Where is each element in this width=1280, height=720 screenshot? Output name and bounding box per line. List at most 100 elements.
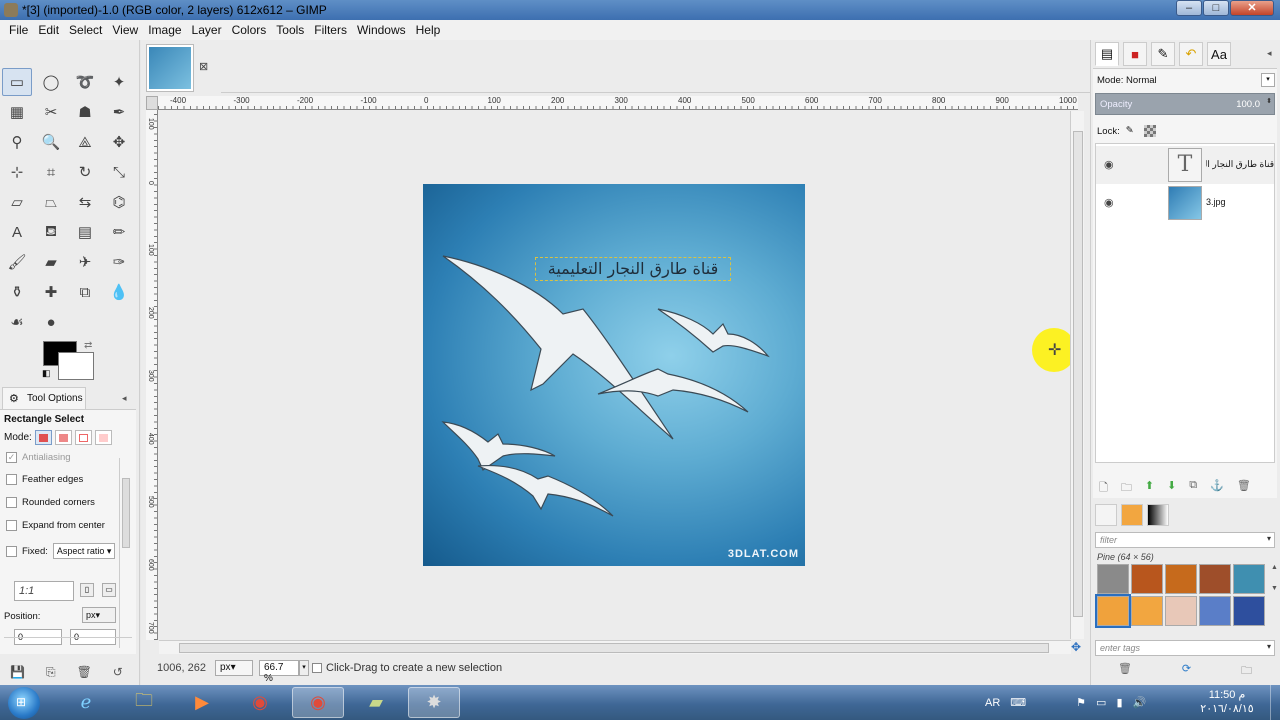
menu-file[interactable]: File bbox=[4, 20, 33, 40]
save-options-icon[interactable]: 💾 bbox=[10, 665, 25, 679]
text-layer-box[interactable]: قناة طارق النجار التعليمية bbox=[535, 257, 731, 281]
horizontal-ruler[interactable]: -400 -300 -200 -100 0 100 200 300 400 500 600 700 80… bbox=[158, 96, 1078, 110]
crop-tool-icon[interactable]: ⌗ bbox=[36, 158, 66, 186]
flip-tool-icon[interactable]: ⇆ bbox=[70, 188, 100, 216]
raise-layer-icon[interactable]: ⬆ bbox=[1145, 479, 1154, 498]
free-select-tool-icon[interactable]: ➰ bbox=[70, 68, 100, 96]
reset-options-icon[interactable]: ↺ bbox=[113, 665, 123, 679]
menu-edit[interactable]: Edit bbox=[33, 20, 64, 40]
menu-image[interactable]: Image bbox=[143, 20, 186, 40]
restore-options-icon[interactable]: ⎘ bbox=[46, 665, 56, 679]
pattern-swatch[interactable] bbox=[1165, 564, 1197, 594]
dodge-burn-tool-icon[interactable]: ● bbox=[36, 308, 66, 336]
battery-icon[interactable]: ▭ bbox=[1096, 696, 1106, 709]
fonts-tab-icon[interactable]: Aa bbox=[1207, 42, 1231, 66]
scale-tool-icon[interactable]: ⤡ bbox=[104, 158, 134, 186]
keyboard-icon[interactable]: ⌨ bbox=[1010, 696, 1026, 709]
foreground-select-tool-icon[interactable]: ☗ bbox=[70, 98, 100, 126]
duplicate-layer-icon[interactable]: ⧉ bbox=[1189, 479, 1197, 498]
minimize-button[interactable]: – bbox=[1176, 0, 1202, 16]
pattern-swatch[interactable] bbox=[1097, 564, 1129, 594]
tags-dropdown-icon[interactable]: ▾ bbox=[1267, 642, 1271, 651]
pattern-swatch[interactable] bbox=[1165, 596, 1197, 626]
antialiasing-option[interactable]: ✓ Antialiasing bbox=[6, 452, 71, 463]
menu-colors[interactable]: Colors bbox=[227, 20, 272, 40]
brushes-tab-icon[interactable] bbox=[1095, 504, 1117, 526]
pattern-filter-input[interactable]: filter ▾ bbox=[1095, 532, 1275, 548]
menu-windows[interactable]: Windows bbox=[352, 20, 411, 40]
rotate-tool-icon[interactable]: ↻ bbox=[70, 158, 100, 186]
layer-name[interactable]: قناة طارق النجار التعليمية bbox=[1206, 159, 1274, 170]
swap-colors-icon[interactable]: ⇄ bbox=[84, 340, 92, 351]
paths-tab-icon[interactable]: ✎ bbox=[1151, 42, 1175, 66]
language-indicator[interactable]: AR bbox=[985, 697, 1000, 709]
measure-tool-icon[interactable]: ⟁ bbox=[70, 128, 100, 156]
patterns-tab-icon[interactable] bbox=[1121, 504, 1143, 526]
feather-edges-option[interactable]: Feather edges bbox=[6, 474, 83, 485]
menu-filters[interactable]: Filters bbox=[309, 20, 352, 40]
pattern-scroll-icon[interactable]: ▲ ▼ bbox=[1271, 564, 1279, 624]
shear-tool-icon[interactable]: ▱ bbox=[2, 188, 32, 216]
media-player-icon[interactable]: ▶ bbox=[176, 687, 228, 718]
perspective-clone-tool-icon[interactable]: ⧉ bbox=[70, 278, 100, 306]
text-tool-icon[interactable]: A bbox=[2, 218, 32, 246]
antialiasing-checkbox[interactable]: ✓ bbox=[6, 452, 17, 463]
new-layer-icon[interactable]: 🗋 bbox=[1099, 479, 1108, 498]
layers-tab-icon[interactable]: ▤ bbox=[1095, 42, 1119, 66]
aspect-ratio-input[interactable]: 1:1 bbox=[14, 581, 74, 601]
blend-tool-icon[interactable]: ▤ bbox=[70, 218, 100, 246]
panel-menu-icon[interactable]: ◂ bbox=[122, 393, 127, 404]
close-button[interactable]: ✕ bbox=[1230, 0, 1274, 16]
refresh-patterns-icon[interactable]: ⟳ bbox=[1182, 662, 1191, 681]
unit-select[interactable]: px▾ bbox=[215, 660, 253, 676]
gradients-tab-icon[interactable] bbox=[1147, 504, 1169, 526]
zoom-dropdown-icon[interactable]: ▾ bbox=[299, 660, 309, 676]
rect-select-tool-icon[interactable]: ▭ bbox=[2, 68, 32, 96]
cage-transform-tool-icon[interactable]: ⌬ bbox=[104, 188, 134, 216]
gimp-taskbar-icon[interactable]: ✸ bbox=[408, 687, 460, 718]
layer-mode-dropdown-icon[interactable]: ▾ bbox=[1261, 73, 1275, 87]
portrait-toggle-icon[interactable]: ▯ bbox=[80, 583, 94, 597]
new-layer-group-icon[interactable]: 🗀 bbox=[1121, 479, 1132, 498]
notes-icon[interactable]: ▰ bbox=[350, 687, 402, 718]
fixed-checkbox[interactable] bbox=[6, 545, 17, 557]
vertical-ruler[interactable]: 100 0 100 200 300 400 500 600 700 bbox=[146, 110, 158, 640]
position-unit-select[interactable]: px▾ bbox=[82, 607, 116, 623]
file-explorer-icon[interactable]: 🗀 bbox=[118, 687, 170, 718]
layer-name[interactable]: 3.jpg bbox=[1206, 197, 1274, 207]
ink-tool-icon[interactable]: ✑ bbox=[104, 248, 134, 276]
scissors-select-tool-icon[interactable]: ✂ bbox=[36, 98, 66, 126]
expand-from-center-checkbox[interactable] bbox=[6, 520, 17, 531]
opacity-spin-icon[interactable]: ⬍ bbox=[1266, 97, 1272, 105]
visibility-eye-icon[interactable]: ◉ bbox=[1104, 196, 1114, 209]
background-color[interactable] bbox=[58, 352, 94, 380]
pattern-swatch[interactable] bbox=[1199, 564, 1231, 594]
mode-add-button[interactable] bbox=[54, 430, 72, 445]
tool-options-tab[interactable]: ⚙ Tool Options bbox=[2, 387, 86, 409]
landscape-toggle-icon[interactable]: ▭ bbox=[102, 583, 116, 597]
heal-tool-icon[interactable]: ✚ bbox=[36, 278, 66, 306]
pattern-swatch[interactable] bbox=[1233, 564, 1265, 594]
fixed-select[interactable]: Aspect ratio ▾ bbox=[52, 543, 116, 559]
network-icon[interactable]: ▮ bbox=[1116, 696, 1122, 709]
clock[interactable]: 11:50 م ٢٠١٦/٠٨/١٥ bbox=[1196, 688, 1258, 716]
show-desktop-button[interactable] bbox=[1270, 685, 1280, 720]
layer-row-text[interactable]: ◉ T قناة طارق النجار التعليمية bbox=[1096, 146, 1274, 184]
bucket-fill-tool-icon[interactable]: ⛾ bbox=[36, 218, 66, 246]
feather-edges-checkbox[interactable] bbox=[6, 474, 17, 485]
opacity-slider[interactable]: Opacity 100.0 ⬍ bbox=[1095, 93, 1275, 115]
menu-tools[interactable]: Tools bbox=[271, 20, 309, 40]
mode-intersect-button[interactable] bbox=[94, 430, 112, 445]
chrome-icon-2[interactable]: ◉ bbox=[292, 687, 344, 718]
ellipse-select-tool-icon[interactable]: ◯ bbox=[36, 68, 66, 96]
dock-menu-icon[interactable]: ◂ bbox=[1267, 48, 1272, 59]
menu-layer[interactable]: Layer bbox=[187, 20, 227, 40]
menu-help[interactable]: Help bbox=[411, 20, 446, 40]
expand-from-center-option[interactable]: Expand from center bbox=[6, 520, 105, 531]
delete-pattern-icon[interactable]: 🗑 bbox=[1118, 662, 1132, 681]
canvas-vscrollbar[interactable] bbox=[1070, 111, 1084, 639]
pattern-swatch[interactable] bbox=[1199, 596, 1231, 626]
chrome-icon[interactable]: ◉ bbox=[234, 687, 286, 718]
lower-layer-icon[interactable]: ⬇ bbox=[1167, 479, 1176, 498]
blur-tool-icon[interactable]: 💧 bbox=[104, 278, 134, 306]
